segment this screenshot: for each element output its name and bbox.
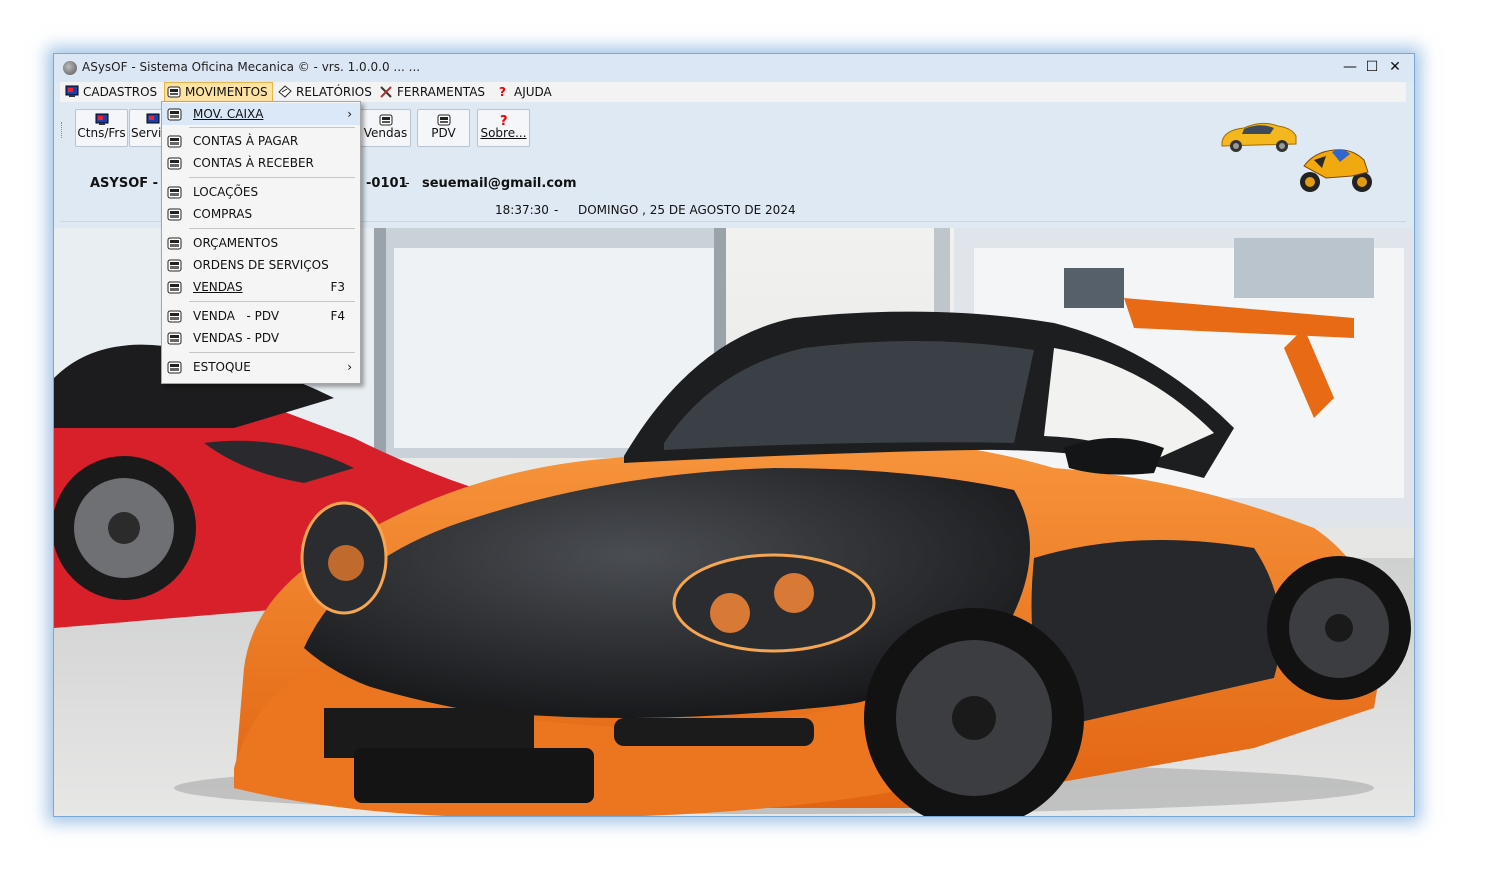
- menu-separator: [189, 301, 355, 302]
- menu-item-label: ORÇAMENTOS: [193, 236, 279, 250]
- menu-separator: [189, 127, 355, 128]
- menu-separator: [189, 177, 355, 178]
- help-icon: ?: [500, 114, 508, 126]
- sales-icon: [379, 114, 392, 126]
- toolbar-grip[interactable]: [61, 122, 64, 138]
- menu-label: AJUDA: [514, 85, 552, 99]
- company-phone: -0101: [366, 176, 408, 191]
- vehicles-logo: [1221, 122, 1372, 192]
- menu-item-estoque[interactable]: ESTOQUE ›: [162, 356, 360, 378]
- cash-register-icon: [167, 361, 182, 374]
- toolbar-button-label: Vendas: [363, 126, 408, 140]
- menu-label: FERRAMENTAS: [397, 85, 486, 99]
- cash-register-icon: [167, 108, 182, 121]
- menu-cadastros[interactable]: CADASTROS: [65, 83, 157, 101]
- help-icon: ?: [499, 85, 506, 98]
- toolbar-button-label: PDV: [431, 126, 456, 140]
- menu-item-label: ORDENS DE SERVIÇOS: [193, 258, 329, 272]
- pdv-icon: [437, 114, 450, 126]
- toolbar-button-label: Sobre...: [480, 126, 527, 140]
- submenu-arrow-icon: ›: [347, 360, 352, 374]
- menu-item-label: LOCAÇÕES: [193, 185, 259, 199]
- ferramentas-icon: [380, 86, 392, 98]
- menu-label: RELATÓRIOS: [296, 85, 372, 99]
- relatorios-icon: [278, 85, 292, 98]
- menu-movimentos[interactable]: MOVIMENTOS: [164, 82, 273, 102]
- maximize-button[interactable]: ☐: [1361, 56, 1383, 78]
- toolbar-button-vendas[interactable]: Vendas: [360, 109, 411, 147]
- svg-text:?: ?: [499, 85, 506, 98]
- menu-item-locacoes[interactable]: LOCAÇÕES: [162, 181, 360, 203]
- toolbar-button-ctns-frs[interactable]: Ctns/Frs: [75, 109, 128, 147]
- app-icon: [63, 61, 77, 75]
- services-icon: [146, 113, 160, 124]
- minimize-button[interactable]: —: [1339, 56, 1361, 78]
- menu-item-contas-a-receber[interactable]: CONTAS À RECEBER: [162, 152, 360, 174]
- cash-register-icon: [167, 310, 182, 323]
- cash-register-icon: [167, 332, 182, 345]
- toolbar-button-servicos[interactable]: Servi: [129, 109, 164, 147]
- menu-label: CADASTROS: [83, 85, 158, 99]
- menu-item-label: CONTAS À PAGAR: [193, 134, 299, 148]
- window-title: ASysOF - Sistema Oficina Mecanica © - vr…: [82, 60, 421, 74]
- cash-register-icon: [167, 281, 182, 294]
- cash-register-icon: [167, 208, 182, 221]
- svg-text:?: ?: [500, 114, 508, 126]
- menu-item-label: ESTOQUE: [193, 360, 251, 374]
- submenu-arrow-icon: ›: [347, 107, 352, 121]
- menu-item-vendas[interactable]: VENDAS F3: [162, 276, 360, 298]
- menu-item-mov-caixa[interactable]: MOV. CAIXA ›: [162, 103, 360, 125]
- car-logo-icon: [1221, 122, 1297, 152]
- menu-label: MOVIMENTOS: [185, 85, 268, 99]
- toolbar-button-label: Servi: [131, 126, 162, 140]
- cash-register-icon: [167, 237, 182, 250]
- menu-item-vendas-pdv[interactable]: VENDAS - PDV: [162, 327, 360, 349]
- menu-item-label: MOV. CAIXA: [193, 107, 264, 121]
- menu-item-venda-pdv[interactable]: VENDA - PDV F4: [162, 305, 360, 327]
- menu-bar: CADASTROS MOVIMENTOS RELATÓRIOS FERRAMEN…: [60, 82, 1406, 102]
- close-button[interactable]: ✕: [1384, 56, 1406, 78]
- menu-item-shortcut: F4: [330, 309, 345, 323]
- movimentos-dropdown-menu: MOV. CAIXA › CONTAS À PAGAR CONTAS À REC…: [161, 101, 361, 384]
- menu-ferramentas[interactable]: FERRAMENTAS: [379, 83, 485, 101]
- contacts-icon: [95, 113, 108, 125]
- menu-item-label: VENDAS: [193, 280, 243, 294]
- toolbar-button-pdv[interactable]: PDV: [417, 109, 470, 147]
- cash-register-icon: [167, 135, 182, 148]
- menu-item-contas-a-pagar[interactable]: CONTAS À PAGAR: [162, 130, 360, 152]
- menu-item-orcamentos[interactable]: ORÇAMENTOS: [162, 232, 360, 254]
- menu-item-compras[interactable]: COMPRAS: [162, 203, 360, 225]
- menu-item-label: CONTAS À RECEBER: [193, 156, 314, 170]
- title-bar[interactable]: ASysOF - Sistema Oficina Mecanica © - vr…: [54, 54, 1414, 82]
- cash-register-icon: [167, 259, 182, 272]
- current-time: 18:37:30: [495, 203, 549, 217]
- menu-relatorios[interactable]: RELATÓRIOS: [278, 83, 372, 101]
- menu-separator: [189, 228, 355, 229]
- datetime-separator: -: [554, 203, 559, 217]
- menu-separator: [189, 352, 355, 353]
- movimentos-icon: [167, 86, 181, 98]
- menu-item-ordens-de-servicos[interactable]: ORDENS DE SERVIÇOS: [162, 254, 360, 276]
- cash-register-icon: [167, 157, 182, 170]
- motorcycle-logo-icon: [1300, 149, 1372, 192]
- cadastros-icon: [65, 85, 79, 97]
- cash-register-icon: [167, 186, 182, 199]
- menu-item-label: VENDAS - PDV: [193, 331, 280, 345]
- info-separator: -: [405, 176, 410, 191]
- menu-item-label: COMPRAS: [193, 207, 253, 221]
- toolbar-button-label: Ctns/Frs: [77, 126, 126, 140]
- company-email: seuemail@gmail.com: [422, 176, 577, 191]
- current-date: DOMINGO , 25 DE AGOSTO DE 2024: [578, 203, 796, 217]
- menu-item-shortcut: F3: [330, 280, 345, 294]
- menu-item-label: VENDA - PDV: [193, 309, 280, 323]
- menu-ajuda[interactable]: ? AJUDA: [496, 83, 552, 101]
- toolbar-button-sobre[interactable]: ? Sobre...: [477, 109, 530, 147]
